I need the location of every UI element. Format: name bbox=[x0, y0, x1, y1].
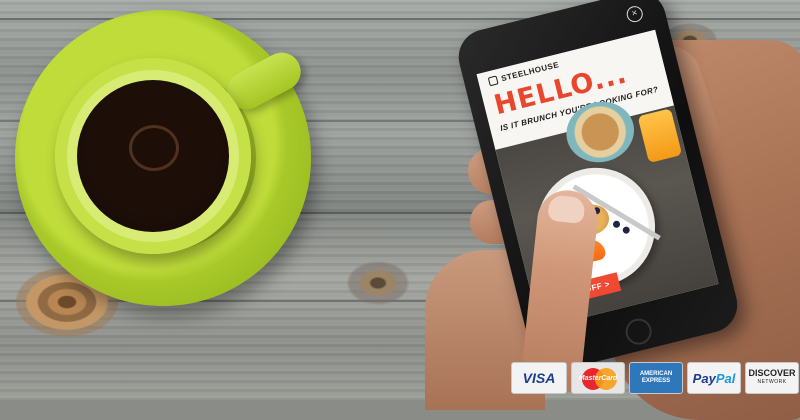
paypal-logo: Pay Pal bbox=[687, 362, 741, 394]
visa-label: VISA bbox=[522, 370, 556, 386]
orange-juice-glass bbox=[637, 108, 683, 164]
blueberry bbox=[621, 225, 631, 235]
coffee-cup bbox=[55, 58, 251, 254]
paypal-label-pal: Pal bbox=[715, 370, 736, 386]
close-icon[interactable]: × bbox=[625, 4, 645, 24]
home-button[interactable] bbox=[622, 315, 655, 348]
amex-label-2: EXPRESS bbox=[641, 378, 671, 384]
visa-card-logo: VISA bbox=[511, 362, 567, 394]
discover-logo: DISCOVER NETWORK bbox=[745, 362, 799, 394]
cup-rim bbox=[67, 70, 239, 242]
mastercard-logo: MasterCard bbox=[571, 362, 625, 394]
thumb-nail bbox=[547, 194, 586, 225]
discover-label: DISCOVER bbox=[748, 368, 796, 378]
amex-label-1: AMERICAN bbox=[639, 371, 673, 377]
amex-logo: AMERICAN EXPRESS bbox=[629, 362, 683, 394]
wood-knot bbox=[338, 255, 418, 311]
paypal-label-pay: Pay bbox=[692, 370, 716, 386]
mastercard-label: MasterCard bbox=[578, 374, 618, 382]
black-coffee bbox=[77, 80, 229, 232]
steelhouse-logo-icon bbox=[487, 75, 499, 87]
coffee-foam bbox=[129, 125, 179, 171]
payment-cards: VISA MasterCard AMERICAN EXPRESS Pay Pal … bbox=[511, 362, 799, 394]
discover-sub-label: NETWORK bbox=[757, 379, 787, 385]
blueberry bbox=[612, 220, 621, 229]
